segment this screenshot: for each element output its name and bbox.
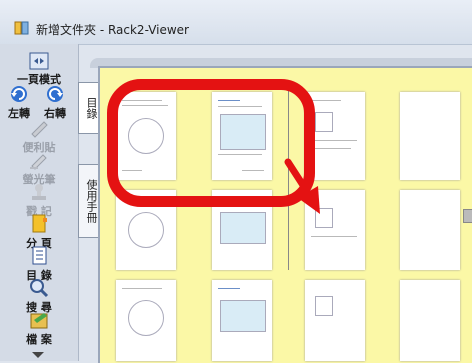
page-thumbnail[interactable] — [400, 190, 460, 270]
tab-manual-label: 使用手冊 — [85, 179, 98, 223]
rotate-left-icon — [11, 86, 27, 102]
page-thumbnail[interactable] — [116, 280, 176, 361]
pencil-icon — [31, 121, 48, 138]
highlighter-icon — [30, 154, 47, 170]
tab-toc-label: 目錄 — [85, 97, 98, 119]
search-icon — [30, 279, 49, 298]
toc-icon — [32, 246, 47, 265]
title-bar: 新增文件夾 - Rack2-Viewer — [0, 0, 472, 45]
file-button[interactable]: 檔 案 — [4, 310, 74, 347]
file-label: 檔 案 — [26, 333, 52, 346]
single-page-icon — [29, 52, 49, 70]
rotate-right-button[interactable]: 右轉 — [38, 84, 72, 121]
single-page-button[interactable]: 一頁模式 — [4, 52, 74, 87]
page-thumbnail[interactable] — [400, 280, 460, 361]
page-thumbnail[interactable] — [400, 92, 460, 180]
tab-manual[interactable]: 使用手冊 — [78, 164, 99, 238]
index-tabs: 目錄 使用手冊 — [78, 66, 99, 361]
rotate-right-icon — [47, 86, 63, 102]
tool-sidebar: 一頁模式 左轉 右轉 便利貼 螢光筆 戳 記 分 頁 目 錄 搜 尋 檔 案 — [0, 44, 79, 361]
file-icon — [30, 313, 48, 329]
tab-toc[interactable]: 目錄 — [78, 82, 99, 134]
app-book-icon — [14, 21, 29, 35]
more-arrow-icon[interactable] — [30, 350, 46, 360]
rotate-left-button[interactable]: 左轉 — [2, 84, 36, 121]
section-icon — [32, 214, 47, 233]
scroll-handle[interactable] — [463, 209, 472, 223]
page-thumbnail[interactable] — [305, 280, 365, 361]
window-title: 新增文件夾 - Rack2-Viewer — [36, 23, 189, 37]
page-thumbnail[interactable] — [212, 280, 272, 361]
red-arrow-icon — [284, 158, 320, 214]
stamp-icon — [32, 184, 46, 200]
